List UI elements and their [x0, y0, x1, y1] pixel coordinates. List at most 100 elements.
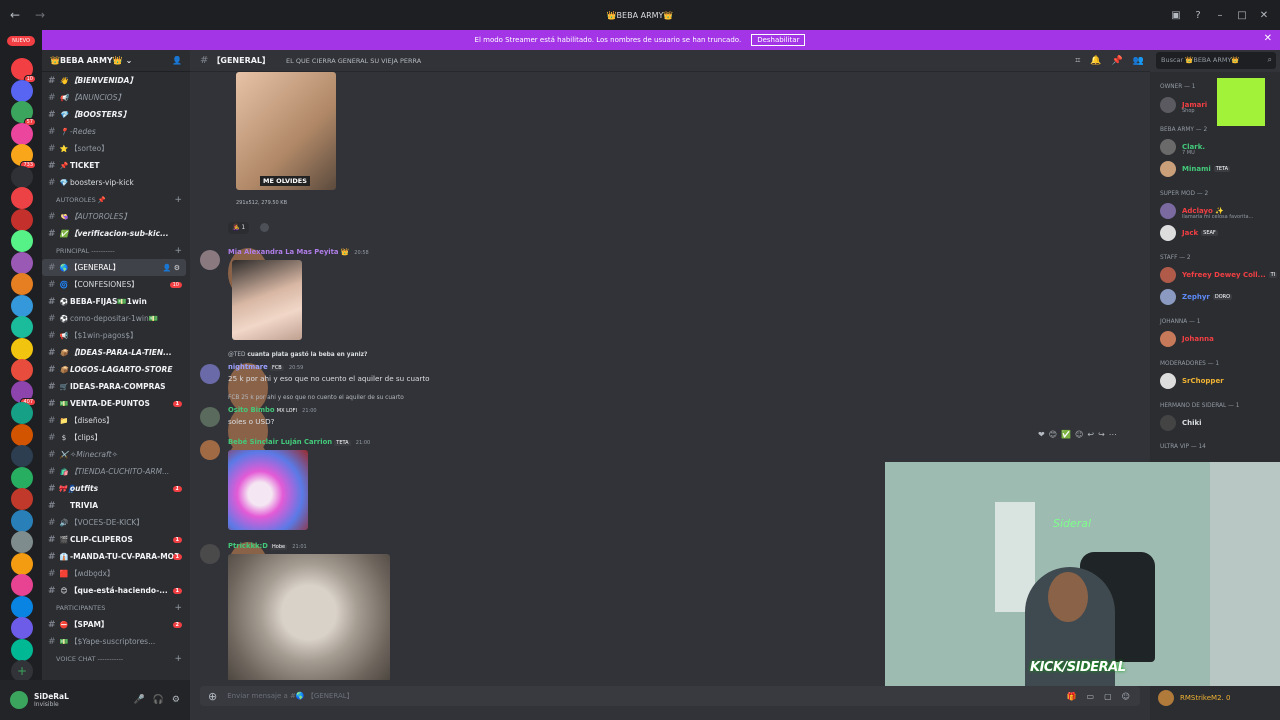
server-icon[interactable]: [11, 208, 33, 231]
notification-bell-icon[interactable]: 🔔: [1090, 56, 1101, 66]
threads-icon[interactable]: ⌗: [1075, 56, 1080, 66]
channel-item[interactable]: # 📦 LOGOS-LAGARTO-STORE: [42, 361, 190, 378]
avatar[interactable]: [10, 691, 28, 709]
add-attachment-icon[interactable]: ⊕: [208, 690, 217, 703]
server-icon[interactable]: [11, 445, 33, 467]
member-item[interactable]: Johanna: [1160, 330, 1278, 348]
server-icon[interactable]: [11, 273, 33, 295]
channel-item[interactable]: # 💎 boosters-vip-kick: [42, 174, 190, 191]
close-window-icon[interactable]: ✕: [1256, 10, 1272, 21]
more-options-icon[interactable]: ⋯: [1109, 430, 1117, 439]
search-input[interactable]: Buscar 👑BEBA ARMY👑 ⌕: [1156, 52, 1276, 69]
author-name[interactable]: Mia Alexandra La Mas Peyita: [228, 248, 338, 256]
image-attachment[interactable]: [232, 260, 302, 340]
channel-item[interactable]: # 💎 【BOOSTERS】: [42, 106, 190, 123]
check-reaction-icon[interactable]: ✅: [1061, 430, 1071, 439]
member-item[interactable]: Clark. 7 MU: [1160, 138, 1278, 156]
gif-icon[interactable]: ▭: [1087, 692, 1095, 701]
server-icon[interactable]: [11, 552, 33, 575]
server-icon[interactable]: [11, 574, 33, 596]
member-item[interactable]: Yefreey Dewey Coll... TI: [1160, 266, 1278, 284]
reaction[interactable]: 👩‍🎤 1: [228, 222, 250, 234]
channel-item[interactable]: # 📁 【diseños】: [42, 412, 190, 429]
add-member-icon[interactable]: 👤: [172, 56, 182, 65]
help-icon[interactable]: ?: [1190, 10, 1206, 21]
channel-item[interactable]: # 🌎 【GENERAL】 👤 ⚙: [42, 259, 186, 276]
server-icon[interactable]: [11, 638, 33, 661]
emoji-icon[interactable]: ☺: [1122, 692, 1130, 701]
channel-item[interactable]: # 👔 -MANDA-TU-CV-PARA-MOD 1: [42, 548, 190, 565]
avatar[interactable]: [200, 440, 220, 460]
avatar[interactable]: [200, 544, 220, 564]
avatar[interactable]: [200, 250, 220, 270]
channel-item[interactable]: # 🛍️ 【TIENDA-CUCHITO-ARM...: [42, 463, 190, 480]
add-channel-icon[interactable]: +: [174, 195, 182, 205]
pin-icon[interactable]: 📌: [1112, 56, 1123, 66]
microphone-icon[interactable]: 🎤: [133, 695, 144, 705]
server-icon[interactable]: [11, 294, 33, 317]
add-reaction-icon[interactable]: [260, 223, 269, 232]
channel-item[interactable]: # 🔊 【VOCES-DE-KICK】: [42, 514, 190, 531]
image-attachment[interactable]: [228, 450, 308, 530]
channel-item[interactable]: # ⚔️ ✧Minecraft✧: [42, 446, 190, 463]
category-header[interactable]: VOICE CHAT ----------- +: [42, 650, 190, 667]
channel-item[interactable]: # 📌 TICKET: [42, 157, 190, 174]
server-icon[interactable]: [11, 230, 33, 252]
server-icon[interactable]: [11, 466, 33, 489]
server-icon[interactable]: [11, 617, 33, 639]
category-header[interactable]: PRINCIPAL ---------- +: [42, 242, 190, 259]
reply-text[interactable]: cuanta plata gastó la beba en yaniz?: [247, 352, 367, 358]
minimize-icon[interactable]: –: [1212, 10, 1228, 21]
back-arrow-icon[interactable]: ←: [0, 8, 30, 22]
channel-item[interactable]: # $ 【clips】: [42, 429, 190, 446]
channel-item[interactable]: # ⚽ BEBA-FIJAS💵1win: [42, 293, 190, 310]
server-icon[interactable]: [11, 531, 33, 553]
channel-item[interactable]: # ⚽ como-depositar-1win💵: [42, 310, 190, 327]
category-header[interactable]: AUTOROLES 📌 +: [42, 191, 190, 208]
member-item[interactable]: Minami TETA: [1160, 160, 1278, 178]
forward-icon[interactable]: ↪: [1098, 430, 1105, 439]
channel-item[interactable]: # 📦 【IDEAS-PARA-LA-TIEN...: [42, 344, 190, 361]
settings-gear-icon[interactable]: ⚙: [172, 695, 180, 705]
server-icon[interactable]: [11, 488, 33, 510]
channel-item[interactable]: # 💵 VENTA-DE-PUNTOS 1: [42, 395, 190, 412]
channel-item[interactable]: # 🟥 【ʍdbǫdx】: [42, 565, 190, 582]
channel-item[interactable]: # 📢 【$1win-pagos$】: [42, 327, 190, 344]
server-icon[interactable]: [11, 402, 33, 424]
server-icon[interactable]: 733: [11, 144, 36, 169]
member-item[interactable]: Chiki: [1160, 414, 1278, 432]
server-icon[interactable]: [11, 187, 33, 209]
forward-arrow-icon[interactable]: →: [30, 8, 50, 22]
author-name[interactable]: nightmare: [228, 363, 268, 371]
server-header[interactable]: 👑BEBA ARMY👑 ⌄ 👤: [42, 50, 190, 72]
headphones-icon[interactable]: 🎧: [153, 695, 164, 705]
author-name[interactable]: Bebé Sinclair Luján Carrion: [228, 438, 332, 446]
image-attachment[interactable]: [228, 554, 390, 680]
sticker-icon[interactable]: ▢: [1104, 692, 1112, 701]
server-icon[interactable]: [11, 122, 33, 145]
add-server-icon[interactable]: +: [11, 660, 33, 682]
channel-item[interactable]: # 🎬 CLIP-CLIPEROS 1: [42, 531, 190, 548]
server-icon[interactable]: [11, 316, 33, 338]
server-icon[interactable]: [11, 337, 33, 360]
member-item[interactable]: Jack SEAF: [1160, 224, 1278, 242]
author-name[interactable]: Ptrickkk:D: [228, 542, 268, 550]
add-reaction-icon[interactable]: ☺: [1075, 430, 1083, 439]
channel-settings-icon[interactable]: 👤 ⚙: [163, 264, 180, 272]
server-icon[interactable]: 57: [11, 101, 36, 126]
emoji-reaction-icon[interactable]: 😊: [1049, 430, 1057, 439]
channel-item[interactable]: # 🌀 【CONFESIONES】 10: [42, 276, 190, 293]
channel-item[interactable]: # ⛔ 【SPAM】 2: [42, 616, 190, 633]
add-channel-icon[interactable]: +: [174, 654, 182, 664]
channel-item[interactable]: # 👋 【BIENVENIDA】: [42, 72, 190, 89]
channel-item[interactable]: # 📢 【ANUNCIOS】: [42, 89, 190, 106]
reply-author[interactable]: @TED: [228, 352, 245, 358]
category-header[interactable]: PARTICIPANTES +: [42, 599, 190, 616]
server-icon[interactable]: 10: [11, 58, 36, 83]
image-attachment[interactable]: ME OLVIDES: [236, 72, 336, 190]
server-icon[interactable]: [11, 79, 33, 102]
member-item[interactable]: SrChopper: [1160, 372, 1278, 390]
server-icon[interactable]: 407: [11, 380, 36, 406]
server-icon[interactable]: [11, 595, 33, 618]
add-channel-icon[interactable]: +: [174, 603, 182, 613]
